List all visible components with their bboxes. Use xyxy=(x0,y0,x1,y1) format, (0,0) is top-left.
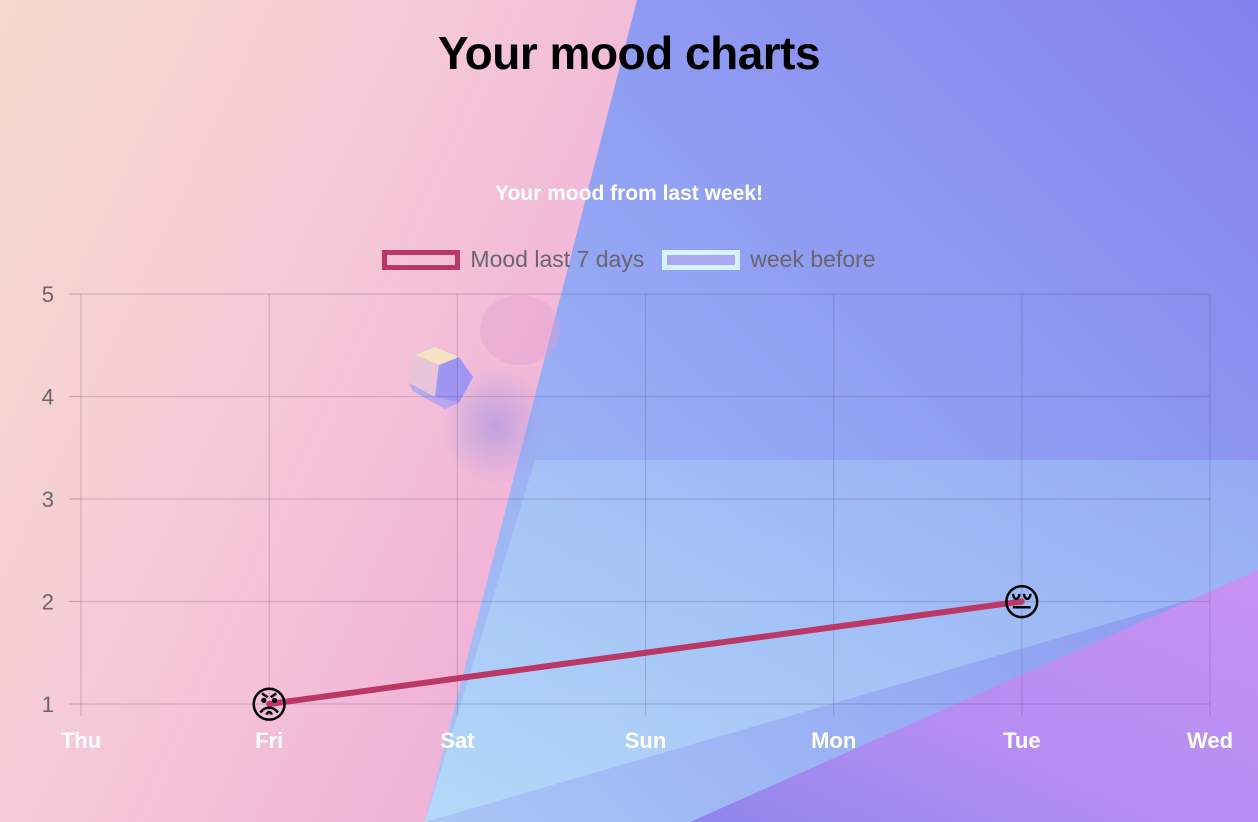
y-tick-label-3: 3 xyxy=(42,487,54,512)
data-point-marker-fri: 😡 xyxy=(249,685,289,727)
y-tick-label-1: 1 xyxy=(42,692,54,717)
y-tick-label-5: 5 xyxy=(42,282,54,307)
x-tick-label-sun: Sun xyxy=(625,728,667,753)
x-tick-label-fri: Fri xyxy=(255,728,283,753)
y-tick-label-4: 4 xyxy=(42,385,54,410)
x-tick-label-thu: Thu xyxy=(61,728,101,753)
mood-page: Your mood charts Your mood from last wee… xyxy=(0,0,1258,822)
x-tick-label-mon: Mon xyxy=(811,728,856,753)
x-tick-label-tue: Tue xyxy=(1003,728,1040,753)
x-tick-label-wed: Wed xyxy=(1187,728,1233,753)
y-tick-label-2: 2 xyxy=(42,590,54,615)
x-tick-label-sat: Sat xyxy=(440,728,475,753)
data-point-marker-tue: 😔 xyxy=(1002,583,1042,625)
mood-line-chart: 1 2 3 4 5 Thu Fri Sat Sun Mon Tue Wed 😡 😔 xyxy=(42,282,1233,753)
